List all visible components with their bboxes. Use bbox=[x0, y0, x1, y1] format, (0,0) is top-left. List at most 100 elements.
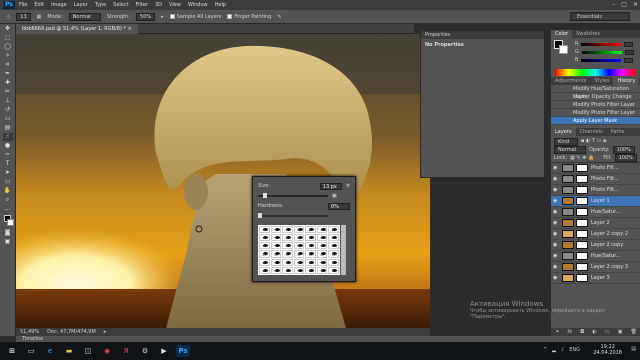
more-tools-icon[interactable]: … bbox=[3, 205, 13, 213]
brush-preset[interactable]: 25 bbox=[259, 258, 270, 266]
strength-arrow-icon[interactable]: ▸ bbox=[161, 14, 164, 20]
quick-select-tool-icon[interactable]: ✧ bbox=[3, 52, 13, 60]
brush-preset[interactable]: 14 bbox=[328, 266, 339, 274]
brush-preset[interactable]: 36 bbox=[270, 234, 282, 242]
marquee-tool-icon[interactable]: ⬚ bbox=[3, 34, 13, 42]
layer-mask-thumbnail[interactable] bbox=[576, 274, 588, 282]
eyedropper-tool-icon[interactable]: ✒ bbox=[3, 70, 13, 78]
layer-thumbnail[interactable] bbox=[562, 197, 574, 205]
brush-preset[interactable]: 32 bbox=[328, 258, 339, 266]
menu-view[interactable]: View bbox=[169, 2, 181, 8]
settings-icon[interactable]: ⚙ bbox=[138, 345, 152, 357]
layer-row[interactable]: ◉ Layer 1 bbox=[551, 196, 640, 207]
brush-preset[interactable]: 30 bbox=[270, 226, 282, 234]
workspace-select[interactable]: Essentials bbox=[570, 12, 630, 21]
brush-preset[interactable]: 36 bbox=[316, 226, 328, 234]
quick-mask-icon[interactable]: ◙ bbox=[3, 229, 13, 237]
blend-mode-select[interactable]: Normal bbox=[554, 145, 586, 154]
brush-preset[interactable]: 36 bbox=[316, 242, 328, 250]
yandex-icon[interactable]: Я bbox=[119, 345, 133, 357]
hardness-slider-knob[interactable] bbox=[258, 213, 262, 218]
sample-all-checkbox[interactable]: Sample All Layers bbox=[169, 13, 221, 20]
eye-icon[interactable]: ◉ bbox=[553, 187, 559, 193]
eraser-tool-icon[interactable]: ▭ bbox=[3, 115, 13, 123]
brush-tool-icon[interactable]: ✏ bbox=[3, 88, 13, 96]
store-icon[interactable]: ◫ bbox=[81, 345, 95, 357]
strength-input[interactable]: 50% bbox=[136, 12, 156, 21]
eye-icon[interactable]: ◉ bbox=[553, 264, 559, 270]
new-preset-icon[interactable]: ▣ bbox=[332, 193, 337, 199]
minimize-icon[interactable]: – bbox=[612, 1, 615, 8]
eye-icon[interactable]: ◉ bbox=[553, 242, 559, 248]
hand-tool-icon[interactable]: ✋ bbox=[3, 187, 13, 195]
eye-icon[interactable]: ◉ bbox=[553, 176, 559, 182]
brush-preset[interactable]: 50 bbox=[316, 250, 328, 258]
menu-layer[interactable]: Layer bbox=[74, 2, 88, 8]
type-tool-icon[interactable]: T bbox=[3, 160, 13, 168]
move-tool-icon[interactable]: ✥ bbox=[3, 25, 13, 33]
brush-preset[interactable]: 32 bbox=[328, 250, 339, 258]
media-icon[interactable]: ▶ bbox=[157, 345, 171, 357]
eye-icon[interactable]: ◉ bbox=[553, 220, 559, 226]
size-slider[interactable] bbox=[258, 193, 328, 198]
zoom-level[interactable]: 51,49% bbox=[20, 329, 39, 335]
menu-image[interactable]: Image bbox=[51, 2, 67, 8]
task-view-icon[interactable]: ▭ bbox=[24, 345, 38, 357]
doc-info[interactable]: Doc: 47,7M/474,9M bbox=[47, 329, 96, 335]
close-icon[interactable]: × bbox=[128, 26, 132, 32]
menu-select[interactable]: Select bbox=[113, 2, 128, 8]
eye-icon[interactable]: ◉ bbox=[553, 198, 559, 204]
blue-value[interactable] bbox=[624, 57, 634, 63]
layer-mask-thumbnail[interactable] bbox=[576, 219, 588, 227]
menu-filter[interactable]: Filter bbox=[136, 2, 148, 8]
layer-row[interactable]: ◉ Hue/Satur... bbox=[551, 207, 640, 218]
brush-preset[interactable]: 38 bbox=[316, 266, 328, 274]
shape-tool-icon[interactable]: ▭ bbox=[3, 178, 13, 186]
menu-type[interactable]: Type bbox=[95, 2, 106, 8]
pen-tool-icon[interactable]: ✑ bbox=[3, 151, 13, 159]
brush-preset[interactable]: 30 bbox=[259, 226, 270, 234]
adjustment-thumbnail-icon[interactable] bbox=[562, 208, 574, 216]
layer-row[interactable]: ◉ Photo Filt... bbox=[551, 174, 640, 185]
preset-scrollbar[interactable] bbox=[341, 225, 346, 275]
chrome-icon[interactable]: ◉ bbox=[100, 345, 114, 357]
size-input[interactable]: 13 px bbox=[319, 182, 342, 190]
close-icon[interactable]: ✕ bbox=[633, 1, 638, 8]
brush-preset[interactable]: 18 bbox=[305, 266, 316, 274]
layer-mask-thumbnail[interactable] bbox=[576, 252, 588, 260]
layer-mask-thumbnail[interactable] bbox=[576, 197, 588, 205]
red-slider[interactable] bbox=[581, 42, 622, 46]
fill-input[interactable]: 100% bbox=[614, 154, 637, 162]
brush-preset[interactable]: 50 bbox=[328, 234, 339, 242]
zoom-tool-icon[interactable]: ⌕ bbox=[3, 196, 13, 204]
layer-row[interactable]: ◉ Hue/Satur... bbox=[551, 251, 640, 262]
history-item[interactable]: Modify Hue/Saturation Layer bbox=[551, 85, 640, 100]
history-item[interactable]: Master Opacity Change bbox=[551, 93, 640, 101]
layer-mask-thumbnail[interactable] bbox=[576, 230, 588, 238]
trash-icon[interactable]: 🗑 bbox=[631, 329, 637, 335]
chevron-up-icon[interactable]: ^ bbox=[543, 347, 547, 353]
brush-preset[interactable]: 17 bbox=[270, 266, 282, 274]
add-mask-icon[interactable]: ◘ bbox=[580, 329, 584, 335]
network-icon[interactable]: ▂ bbox=[552, 347, 556, 353]
healing-tool-icon[interactable]: ✚ bbox=[3, 79, 13, 87]
layer-row[interactable]: ◉ Layer 2 bbox=[551, 218, 640, 229]
history-item[interactable]: Modify Photo Filter Layer bbox=[551, 101, 640, 109]
adjustment-thumbnail-icon[interactable] bbox=[562, 164, 574, 172]
brush-preset[interactable]: 25 bbox=[293, 234, 305, 242]
layer-mask-thumbnail[interactable] bbox=[576, 175, 588, 183]
brush-preset[interactable]: 25 bbox=[293, 226, 305, 234]
layer-thumbnail[interactable] bbox=[562, 263, 574, 271]
lock-icons[interactable]: ▦ ✎ ✥ 🔒 bbox=[570, 155, 594, 161]
brush-preset[interactable]: 38 bbox=[293, 266, 305, 274]
history-item[interactable]: Modify Photo Filter Layer bbox=[551, 109, 640, 117]
clone-stamp-tool-icon[interactable]: ⊥ bbox=[3, 97, 13, 105]
layer-thumbnail[interactable] bbox=[562, 230, 574, 238]
layer-mask-thumbnail[interactable] bbox=[576, 263, 588, 271]
brush-preset[interactable]: 30 bbox=[282, 226, 293, 234]
color-swatches-icon[interactable] bbox=[3, 214, 14, 228]
tab-layers[interactable]: Layers bbox=[551, 128, 576, 136]
fx-icon[interactable]: fx bbox=[567, 329, 572, 335]
layer-mask-thumbnail[interactable] bbox=[576, 186, 588, 194]
status-arrow-icon[interactable]: ▸ bbox=[104, 329, 107, 335]
